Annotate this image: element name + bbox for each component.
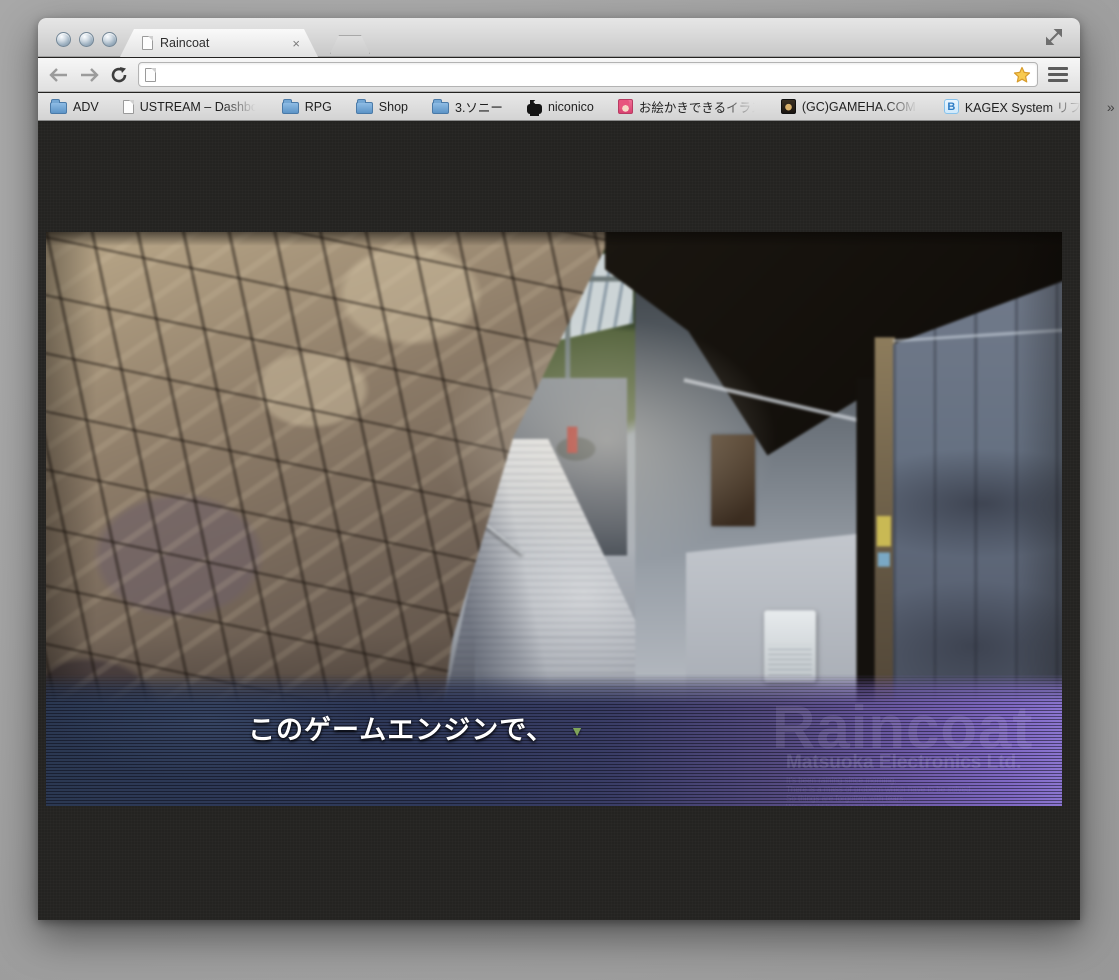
dialogue-box[interactable]: このゲームエンジンで、 ▼ Raincoat Matsuoka Electron…	[46, 674, 1062, 806]
bookmark-label: USTREAM – Dashboa	[140, 100, 258, 114]
bookmark-rpg[interactable]: RPG	[282, 100, 332, 114]
bookmark-oekaki[interactable]: お絵かきできるイラス	[618, 97, 757, 116]
scene-ac-unit	[764, 610, 816, 682]
tv-icon	[527, 104, 542, 114]
bookmark-label: お絵かきできるイラス	[639, 97, 757, 116]
expand-window-icon[interactable]	[1044, 27, 1064, 47]
watermark-tagline: We should have good weather tomorrow.	[786, 803, 1058, 806]
bookmark-adv[interactable]: ADV	[50, 100, 99, 114]
tab-title: Raincoat	[160, 36, 285, 50]
scene-yellow-sticker	[877, 516, 891, 546]
watermark-logo: Raincoat	[772, 698, 1058, 758]
tab-favicon-page-icon	[142, 36, 153, 50]
tab-close-icon[interactable]: ×	[292, 37, 300, 50]
bookmark-label: 3.ソニー	[455, 97, 503, 116]
page-icon	[123, 100, 134, 114]
window-controls	[56, 32, 117, 47]
advance-cursor-icon[interactable]: ▼	[570, 717, 584, 739]
folder-icon	[50, 102, 67, 114]
bookmark-label: RPG	[305, 100, 332, 114]
pink-avatar-icon	[618, 99, 633, 114]
watermark-tagline: There is a mass of problem which have to…	[786, 785, 1058, 794]
reload-button[interactable]	[108, 64, 130, 86]
dialogue-line: このゲームエンジンで、 ▼	[248, 708, 584, 747]
bookmark-ustream[interactable]: USTREAM – Dashboa	[123, 100, 258, 114]
folder-icon	[356, 102, 373, 114]
scene-sunlight-glow	[389, 284, 825, 599]
url-page-icon	[145, 68, 156, 82]
bookmarks-bar: ADV USTREAM – Dashboa RPG Shop 3.ソニー nic…	[38, 93, 1080, 121]
engine-watermark: Raincoat Matsuoka Electronics Ltd. It's …	[772, 698, 1058, 806]
zoom-window-button[interactable]	[102, 32, 117, 47]
browser-window: Raincoat ×	[38, 18, 1080, 920]
watermark-tagline: So things are forgotten with tears...	[786, 794, 1058, 803]
window-titlebar[interactable]: Raincoat ×	[38, 18, 1080, 57]
bookmark-label: KAGEX System リファ	[965, 97, 1083, 116]
bookmark-gameha[interactable]: (GC)GAMEHA.COM –	[781, 99, 920, 114]
bookmark-sony[interactable]: 3.ソニー	[432, 97, 503, 116]
navigation-toolbar	[38, 58, 1080, 92]
bookmark-shop[interactable]: Shop	[356, 100, 408, 114]
address-bar[interactable]	[138, 62, 1038, 87]
close-window-button[interactable]	[56, 32, 71, 47]
url-input[interactable]	[162, 67, 1007, 82]
bookmark-star-icon[interactable]	[1013, 66, 1031, 84]
bookmarks-overflow-chevron-icon[interactable]: »	[1107, 99, 1115, 115]
bookmark-niconico[interactable]: niconico	[527, 100, 594, 114]
back-button[interactable]	[48, 64, 70, 86]
scene-blue-sticker	[878, 552, 890, 566]
new-tab-button[interactable]	[330, 35, 370, 54]
folder-icon	[432, 102, 449, 114]
page-background: このゲームエンジンで、 ▼ Raincoat Matsuoka Electron…	[38, 122, 1080, 920]
dark-avatar-icon	[781, 99, 796, 114]
bookmark-label: Shop	[379, 100, 408, 114]
chrome-menu-icon[interactable]	[1046, 65, 1070, 85]
bookmark-label: (GC)GAMEHA.COM –	[802, 100, 920, 114]
game-viewport[interactable]: このゲームエンジンで、 ▼ Raincoat Matsuoka Electron…	[46, 232, 1062, 806]
letter-b-icon: B	[944, 99, 959, 114]
watermark-tagline: It's been raining since morning.	[786, 776, 1058, 785]
forward-button[interactable]	[78, 64, 100, 86]
folder-icon	[282, 102, 299, 114]
bookmark-label: ADV	[73, 100, 99, 114]
watermark-company: Matsuoka Electronics Ltd.	[786, 752, 1058, 774]
bookmark-kagex[interactable]: B KAGEX System リファ	[944, 97, 1083, 116]
tab-raincoat[interactable]: Raincoat ×	[120, 29, 318, 57]
minimize-window-button[interactable]	[79, 32, 94, 47]
dialogue-text: このゲームエンジンで、	[248, 708, 554, 747]
bookmark-label: niconico	[548, 100, 594, 114]
